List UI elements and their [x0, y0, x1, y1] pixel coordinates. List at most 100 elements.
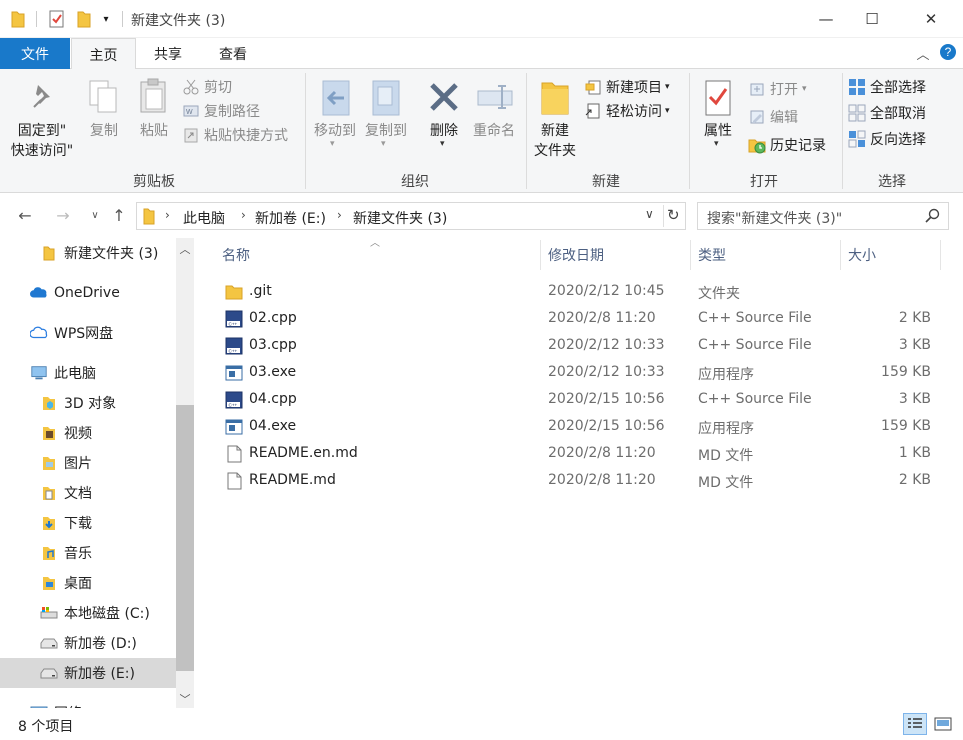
- search-icon[interactable]: [924, 208, 940, 228]
- nav-item-drive-e[interactable]: 新加卷 (E:): [0, 658, 176, 688]
- recent-locations-icon[interactable]: ∨: [83, 202, 107, 228]
- back-arrow-icon[interactable]: ←: [13, 202, 37, 228]
- file-row[interactable]: 03.exe 2020/2/12 10:33 应用程序 159 KB: [215, 360, 945, 387]
- cpp-file-icon: C++: [225, 310, 243, 328]
- file-size: 2 KB: [898, 472, 931, 488]
- breadcrumb-this-pc[interactable]: 此电脑: [183, 208, 225, 228]
- column-header-type[interactable]: 类型: [698, 243, 838, 267]
- scroll-up-icon[interactable]: ︿: [176, 240, 194, 258]
- column-header-size[interactable]: 大小: [848, 243, 938, 267]
- file-row[interactable]: 04.exe 2020/2/15 10:56 应用程序 159 KB: [215, 414, 945, 441]
- copy-button[interactable]: 复制: [84, 73, 124, 165]
- file-row[interactable]: C++ 03.cpp 2020/2/12 10:33 C++ Source Fi…: [215, 333, 945, 360]
- tab-view[interactable]: 查看: [200, 38, 266, 69]
- nav-item-onedrive[interactable]: OneDrive: [0, 278, 176, 308]
- copy-to-dropdown-icon: ▾: [381, 139, 386, 149]
- select-all-icon: [848, 78, 866, 96]
- file-row[interactable]: C++ 04.cpp 2020/2/15 10:56 C++ Source Fi…: [215, 387, 945, 414]
- help-icon[interactable]: ?: [938, 42, 958, 62]
- history-label: 历史记录: [770, 138, 826, 154]
- address-dropdown-icon[interactable]: ∨: [645, 207, 654, 221]
- nav-item-music[interactable]: 音乐: [0, 538, 176, 568]
- edit-button[interactable]: 编辑: [748, 105, 840, 129]
- address-bar[interactable]: › 此电脑 › 新加卷 (E:) › 新建文件夹 (3) ∨ ↻: [136, 202, 686, 230]
- nav-item-pictures[interactable]: 图片: [0, 448, 176, 478]
- search-box[interactable]: 搜索"新建文件夹 (3)": [697, 202, 949, 230]
- nav-item-downloads[interactable]: 下载: [0, 508, 176, 538]
- breadcrumb-separator-icon[interactable]: ›: [337, 208, 342, 222]
- file-date: 2020/2/12 10:33: [548, 337, 665, 353]
- history-button[interactable]: 历史记录: [748, 133, 840, 157]
- music-icon: [40, 544, 58, 562]
- file-name: 04.cpp: [249, 391, 297, 407]
- cpp-file-icon: C++: [225, 337, 243, 355]
- select-none-button[interactable]: 全部取消: [848, 101, 948, 125]
- column-header-name[interactable]: 名称: [222, 243, 538, 267]
- large-icons-view-icon[interactable]: [931, 713, 955, 735]
- file-row[interactable]: README.md 2020/2/8 11:20 MD 文件 2 KB: [215, 468, 945, 495]
- properties-quick-icon[interactable]: [46, 9, 68, 29]
- scroll-down-icon[interactable]: ﹀: [176, 690, 194, 708]
- nav-item-current-folder[interactable]: 新建文件夹 (3): [0, 238, 176, 268]
- tab-home[interactable]: 主页: [71, 38, 136, 70]
- new-folder-quick-icon[interactable]: [74, 9, 94, 29]
- quick-access-dropdown-icon[interactable]: ▾: [98, 9, 114, 29]
- file-row[interactable]: .git 2020/2/12 10:45 文件夹: [215, 279, 945, 306]
- easy-access-button[interactable]: 轻松访问 ▾: [584, 99, 688, 123]
- collapse-ribbon-icon[interactable]: ︿: [914, 44, 932, 63]
- close-button[interactable]: ✕: [908, 0, 954, 38]
- group-separator: [305, 73, 306, 189]
- nav-item-videos[interactable]: 视频: [0, 418, 176, 448]
- pin-quick-access-button[interactable]: 固定到" 快速访问": [6, 73, 78, 165]
- tab-share[interactable]: 共享: [136, 38, 200, 69]
- nav-item-drive-d[interactable]: 新加卷 (D:): [0, 628, 176, 658]
- invert-selection-button[interactable]: 反向选择: [848, 127, 948, 151]
- nav-item-network[interactable]: 网络: [0, 698, 176, 708]
- details-view-icon[interactable]: [903, 713, 927, 735]
- properties-button[interactable]: 属性 ▾: [694, 73, 742, 165]
- nav-item-this-pc[interactable]: 此电脑: [0, 358, 176, 388]
- forward-arrow-icon[interactable]: →: [51, 202, 75, 228]
- scrollbar-thumb[interactable]: [176, 405, 194, 671]
- delete-button[interactable]: 删除 ▾: [420, 73, 468, 165]
- column-separator[interactable]: [540, 240, 541, 270]
- rename-button[interactable]: 重命名: [468, 73, 520, 165]
- refresh-icon[interactable]: ↻: [667, 206, 680, 224]
- folder-icon: [8, 9, 28, 29]
- properties-dropdown-icon: ▾: [714, 139, 719, 149]
- file-row[interactable]: README.en.md 2020/2/8 11:20 MD 文件 1 KB: [215, 441, 945, 468]
- cut-button[interactable]: 剪切: [182, 75, 302, 99]
- file-row[interactable]: C++ 02.cpp 2020/2/8 11:20 C++ Source Fil…: [215, 306, 945, 333]
- copy-path-button[interactable]: W 复制路径: [182, 99, 302, 123]
- column-header-date[interactable]: 修改日期: [548, 243, 688, 267]
- up-arrow-icon[interactable]: ↑: [107, 202, 131, 228]
- select-all-button[interactable]: 全部选择: [848, 75, 948, 99]
- copy-to-button[interactable]: 复制到 ▾: [360, 73, 412, 165]
- nav-item-documents[interactable]: 文档: [0, 478, 176, 508]
- paste-button[interactable]: 粘贴: [132, 73, 176, 165]
- nav-item-desktop[interactable]: 桌面: [0, 568, 176, 598]
- minimize-button[interactable]: —: [803, 0, 849, 38]
- breadcrumb-drive-e[interactable]: 新加卷 (E:): [255, 208, 326, 228]
- move-to-button[interactable]: 移动到 ▾: [310, 73, 360, 165]
- paste-shortcut-button[interactable]: 粘贴快捷方式: [182, 123, 302, 147]
- column-separator[interactable]: [690, 240, 691, 270]
- copy-path-icon: W: [182, 102, 200, 120]
- column-separator[interactable]: [940, 240, 941, 270]
- file-name: README.en.md: [249, 445, 358, 461]
- nav-item-drive-c[interactable]: 本地磁盘 (C:): [0, 598, 176, 628]
- column-separator[interactable]: [840, 240, 841, 270]
- nav-item-wps-cloud[interactable]: WPS网盘: [0, 318, 176, 348]
- maximize-button[interactable]: ☐: [849, 0, 895, 38]
- breadcrumb-separator-icon[interactable]: ›: [165, 208, 170, 222]
- breadcrumb-separator-icon[interactable]: ›: [241, 208, 246, 222]
- tab-file[interactable]: 文件: [0, 38, 70, 69]
- breadcrumb-current-folder[interactable]: 新建文件夹 (3): [353, 208, 447, 228]
- nav-item-3d-objects[interactable]: 3D 对象: [0, 388, 176, 418]
- copy-path-label: 复制路径: [204, 104, 260, 120]
- new-item-button[interactable]: 新建项目 ▾: [584, 75, 688, 99]
- new-folder-button[interactable]: 新建 文件夹: [530, 73, 580, 165]
- open-button[interactable]: 打开 ▾: [748, 77, 840, 101]
- cut-label: 剪切: [204, 80, 232, 96]
- file-date: 2020/2/8 11:20: [548, 445, 656, 461]
